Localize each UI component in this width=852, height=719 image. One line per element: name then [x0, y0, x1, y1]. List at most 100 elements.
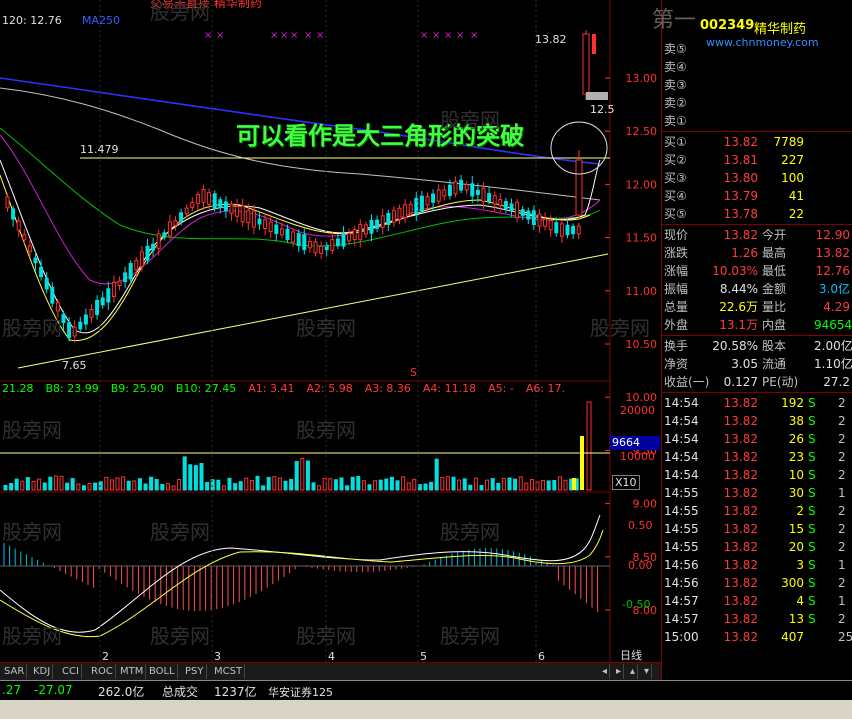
volume-bar	[507, 477, 512, 491]
candle-body	[403, 204, 408, 219]
tick-row[interactable]: 14:57 13.82 13 S 2	[662, 610, 852, 628]
volume-bar	[193, 465, 198, 491]
fundamental-row: 净资 3.05 流通 1.10亿	[664, 357, 852, 371]
candle-body	[565, 224, 570, 236]
indicator-value: B10: 27.45	[176, 382, 237, 395]
candle-body	[16, 220, 21, 231]
candle-body	[167, 221, 172, 237]
tick-row[interactable]: 14:54 13.82 10 S 2	[662, 466, 852, 484]
order-book-buy-row: 买① 13.82 7789	[664, 135, 804, 149]
candle-body	[268, 221, 273, 232]
scroll-right-icon[interactable]: ▸	[614, 664, 625, 679]
volume-bar	[572, 478, 576, 490]
volume-bar	[300, 457, 305, 491]
volume-bar	[378, 479, 383, 491]
period-label[interactable]: 日线	[620, 647, 642, 662]
volume-bar	[165, 483, 170, 491]
tick-row[interactable]: 14:55 13.82 30 S 1	[662, 484, 852, 502]
tick-row[interactable]: 14:54 13.82 26 S 2	[662, 430, 852, 448]
tick-row[interactable]: 14:54 13.82 192 S 2	[662, 394, 852, 412]
quote-stat-row: 振幅 8.44% 金额 3.0亿	[664, 282, 850, 296]
watermark: 股旁网	[150, 624, 210, 648]
quote-stat-row: 涨跌 1.26 最高 13.82	[664, 246, 850, 260]
tick-row[interactable]: 15:00 13.82 407 25	[662, 628, 852, 646]
kline-chart-area[interactable]: × × × × × × × × × × × × 13.00 12.50 12.00 11.50 11.00 10…	[0, 0, 661, 662]
status-bar: .27 -27.07 262.0亿 总成交 1237亿 华安证券125	[0, 680, 852, 719]
candle-body	[391, 210, 396, 223]
candle-body	[509, 203, 514, 212]
indicator-tab-sar[interactable]: SAR	[2, 664, 28, 679]
price-tick-label: 10.00	[626, 391, 658, 404]
watermark: 股旁网	[150, 520, 210, 544]
tick-row[interactable]: 14:56 13.82 300 S 2	[662, 574, 852, 592]
tick-row[interactable]: 14:55 13.82 2 S 2	[662, 502, 852, 520]
candle-body	[145, 245, 150, 261]
indicator-tab-boll[interactable]: BOLL	[147, 664, 178, 679]
volume-bar	[182, 456, 187, 491]
watermark: 股旁网	[150, 0, 210, 24]
volume-bar	[457, 479, 462, 491]
volume-bar	[423, 483, 428, 491]
price-tick-label: 12.00	[626, 178, 658, 191]
watermark: 股旁网	[296, 624, 356, 648]
zoom-in-icon[interactable]: ▴	[628, 664, 639, 679]
volume-bar	[25, 477, 30, 491]
candle-body	[72, 326, 77, 337]
volume-bar	[31, 480, 36, 491]
volume-bar	[261, 485, 266, 491]
candle-body	[352, 229, 357, 241]
volume-bar	[255, 475, 260, 491]
candle-body	[498, 199, 503, 206]
candle-body	[263, 219, 268, 229]
candle-body	[380, 215, 385, 228]
candle-body	[375, 219, 380, 229]
volume-bar	[205, 482, 210, 491]
candle-body	[151, 243, 156, 251]
tick-row[interactable]: 14:56 13.82 3 S 1	[662, 556, 852, 574]
volume-bar	[546, 480, 551, 491]
indicator-tab-kdj[interactable]: KDJ	[31, 664, 54, 679]
stock-code: 002349	[700, 18, 755, 33]
candle-body	[419, 195, 424, 212]
date-tick-label: 5	[420, 650, 427, 662]
candle-body	[173, 220, 178, 226]
status-value-3: 262.0亿	[98, 685, 145, 699]
volume-bar	[238, 481, 243, 491]
indicator-tab-mcst[interactable]: MCST	[212, 664, 246, 679]
zoom-out-icon[interactable]: ▾	[642, 664, 653, 679]
star-marker: ×	[420, 30, 428, 41]
candle-body	[240, 205, 245, 223]
volume-bar	[109, 479, 114, 491]
broker-label: 华安证券125	[268, 686, 333, 699]
order-book-sell-row: 卖①	[664, 114, 687, 128]
candle-body	[218, 199, 223, 208]
indicator-tab-mtm[interactable]: MTM	[118, 664, 147, 679]
volume-bar	[216, 479, 221, 491]
indicator-tab-cci[interactable]: CCI	[60, 664, 82, 679]
candle-body	[123, 272, 128, 283]
volume-bar	[557, 476, 562, 491]
candle-body	[531, 210, 536, 225]
candle-body	[291, 231, 296, 243]
candle-body	[33, 257, 38, 264]
tick-row[interactable]: 14:57 13.82 4 S 1	[662, 592, 852, 610]
candle-body	[436, 189, 441, 202]
candle-body	[386, 212, 391, 225]
volume-bar	[143, 483, 148, 491]
macd-dif-line	[0, 514, 601, 633]
candle-body	[128, 263, 133, 280]
indicator-tab-roc[interactable]: ROC	[89, 664, 116, 679]
volume-bar	[160, 483, 165, 491]
limit-up-marker	[592, 34, 596, 54]
tick-row[interactable]: 14:54 13.82 23 S 2	[662, 448, 852, 466]
tick-row[interactable]: 14:55 13.82 15 S 2	[662, 520, 852, 538]
tick-row[interactable]: 14:55 13.82 20 S 2	[662, 538, 852, 556]
candle-body	[106, 288, 111, 303]
stock-name: 精华制药	[754, 22, 807, 37]
volume-bar	[529, 478, 534, 491]
high-price-label: 13.82	[535, 33, 567, 46]
tick-row[interactable]: 14:54 13.82 38 S 2	[662, 412, 852, 430]
candle-body	[575, 159, 583, 216]
indicator-tab-psy[interactable]: PSY	[183, 664, 207, 679]
scroll-left-icon[interactable]: ◂	[600, 664, 611, 679]
